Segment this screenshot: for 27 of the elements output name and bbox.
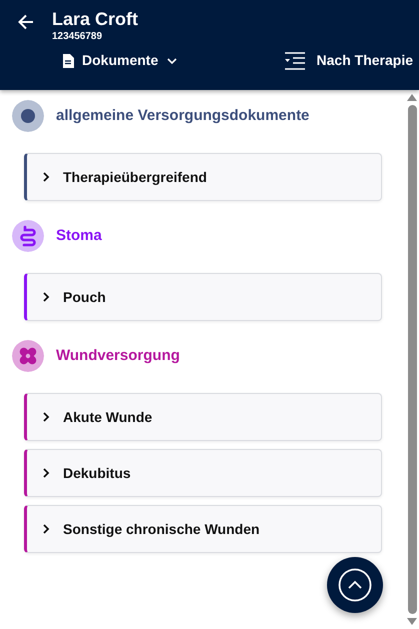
sort-button[interactable]: Nach Therapie <box>284 50 413 71</box>
chevron-right-icon <box>41 411 51 423</box>
patient-number: 123456789 <box>52 30 104 44</box>
group-title: allgemeine Versorgungsdokumente <box>56 106 310 126</box>
scroll-top-button[interactable] <box>327 557 383 613</box>
patient-name: Lara Croft <box>52 8 138 30</box>
view-dropdown[interactable]: Dokumente <box>62 50 178 71</box>
category-card[interactable]: Dekubitus <box>24 449 382 497</box>
group-title: Stoma <box>56 226 102 246</box>
chevron-up-icon <box>338 568 372 602</box>
category-card[interactable]: Sonstige chronische Wunden <box>24 505 382 553</box>
category-card[interactable]: Akute Wunde <box>24 393 382 441</box>
back-icon <box>16 12 36 32</box>
category-card[interactable]: Therapieübergreifend <box>24 153 382 201</box>
scroll-up-icon[interactable] <box>407 94 417 101</box>
back-button[interactable] <box>16 12 36 32</box>
scrollbar-thumb[interactable] <box>408 105 416 614</box>
chevron-right-icon <box>41 171 51 183</box>
category-card[interactable]: Pouch <box>24 273 382 321</box>
document-icon <box>62 54 74 68</box>
group-title: Wundversorgung <box>56 346 180 366</box>
chevron-right-icon <box>41 523 51 535</box>
scroll-down-icon[interactable] <box>407 618 417 625</box>
indent-list-icon <box>284 52 305 70</box>
chevron-right-icon <box>41 467 51 479</box>
chevron-down-icon <box>166 56 178 64</box>
chevron-right-icon <box>41 291 51 303</box>
